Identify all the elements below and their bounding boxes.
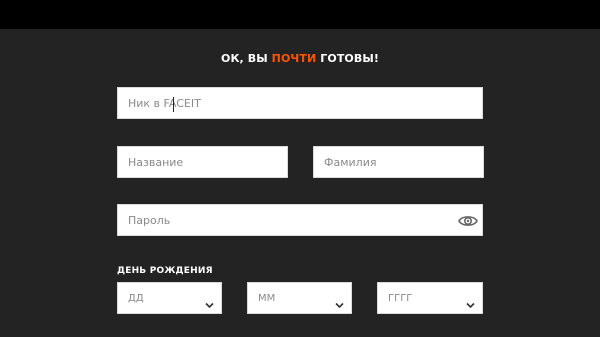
year-select-value: ГГГГ xyxy=(388,293,413,304)
first-name-input[interactable] xyxy=(118,147,287,177)
last-name-input[interactable] xyxy=(314,147,483,177)
chevron-down-icon xyxy=(466,294,475,309)
text-cursor xyxy=(173,97,174,112)
first-name-field-wrapper xyxy=(117,146,288,178)
signup-page: ОК, ВЫ ПОЧТИ ГОТОВЫ! ДЕНЬ РОЖДЕНИЯ ДД ММ xyxy=(0,0,600,337)
title-text-start: ОК, ВЫ xyxy=(221,52,272,65)
password-field-wrapper xyxy=(117,204,483,236)
month-select-value: ММ xyxy=(258,293,276,304)
top-bar xyxy=(0,0,600,29)
chevron-down-icon xyxy=(335,294,344,309)
month-select[interactable]: ММ xyxy=(247,282,352,314)
eye-icon[interactable] xyxy=(458,212,478,230)
page-title: ОК, ВЫ ПОЧТИ ГОТОВЫ! xyxy=(0,52,600,65)
year-select[interactable]: ГГГГ xyxy=(377,282,483,314)
last-name-field-wrapper xyxy=(313,146,484,178)
chevron-down-icon xyxy=(205,294,214,309)
title-text-accent: ПОЧТИ xyxy=(271,52,317,65)
title-text-end: ГОТОВЫ! xyxy=(316,52,379,65)
birthday-label: ДЕНЬ РОЖДЕНИЯ xyxy=(117,266,213,276)
day-select-value: ДД xyxy=(128,293,144,304)
nickname-field-wrapper xyxy=(117,87,483,119)
password-input[interactable] xyxy=(118,205,482,235)
day-select[interactable]: ДД xyxy=(117,282,222,314)
